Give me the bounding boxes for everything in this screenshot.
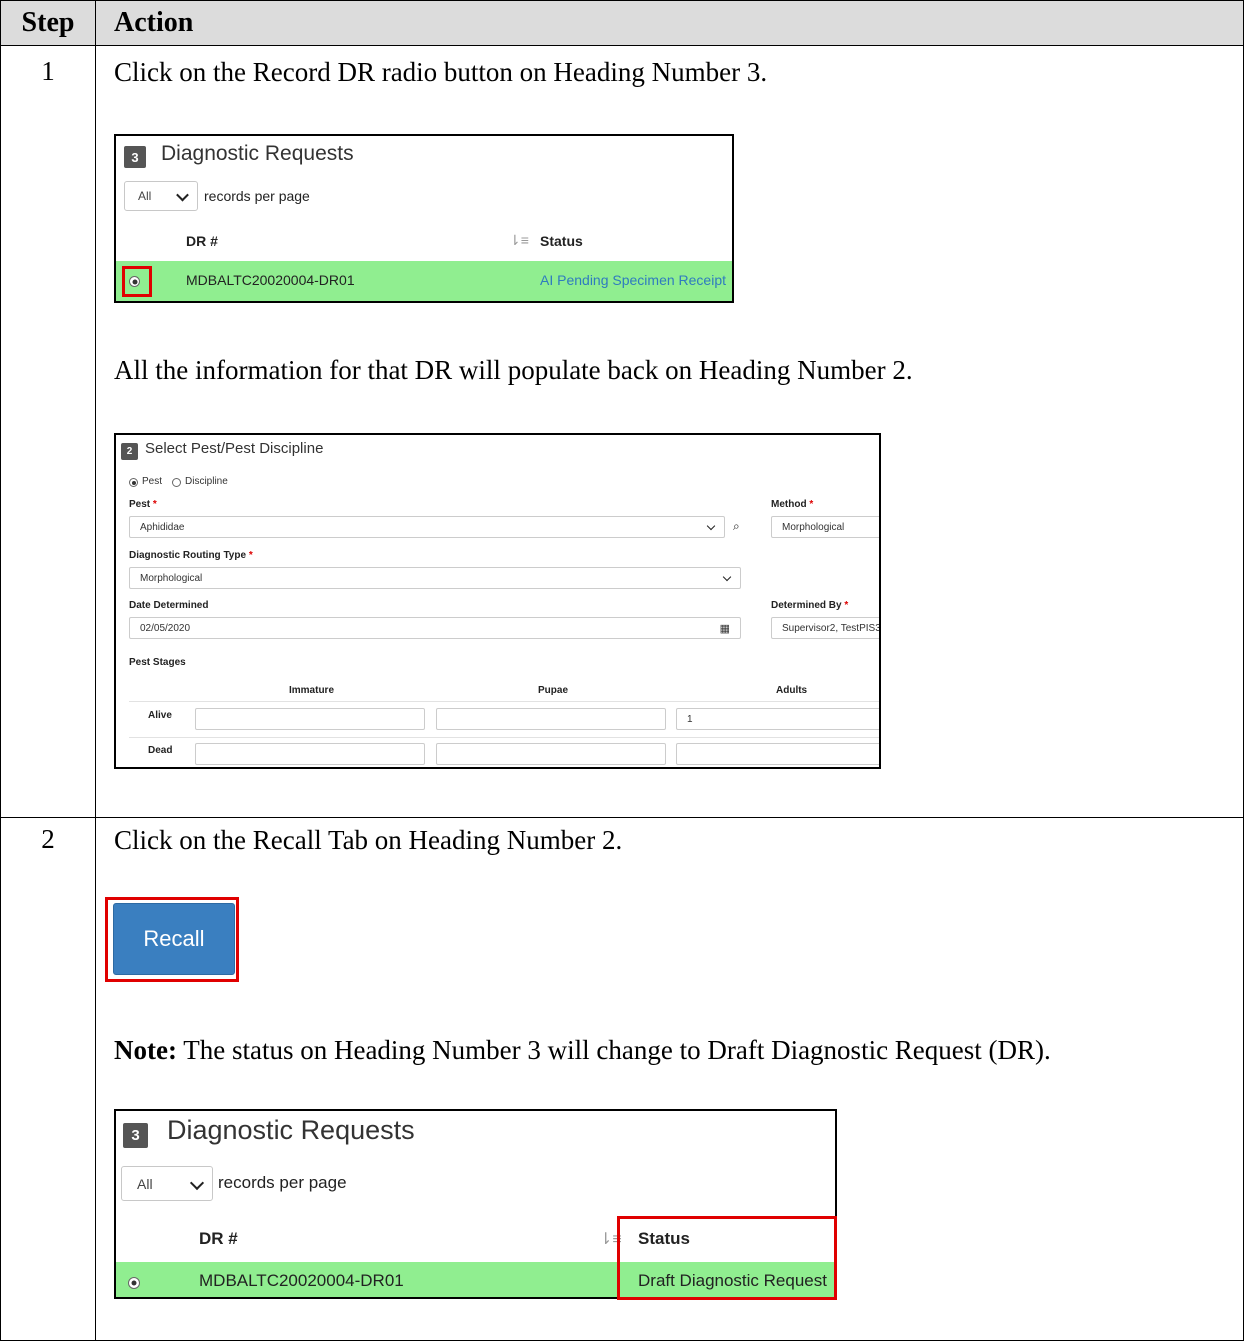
step2-note: Note: The status on Heading Number 3 wil… xyxy=(114,1034,1051,1066)
header-action: Action xyxy=(95,0,1244,46)
chevron-down-icon xyxy=(706,521,716,531)
search-icon[interactable]: ⌕ xyxy=(733,519,740,534)
discipline-radio[interactable] xyxy=(172,478,181,487)
column-header-adults: Adults xyxy=(776,685,808,696)
method-value: Morphological xyxy=(782,521,845,533)
pest-label: Pest * xyxy=(129,499,157,510)
divider xyxy=(129,737,879,738)
records-per-page-value: All xyxy=(137,1175,153,1192)
note-label: Note: xyxy=(114,1035,177,1065)
pest-value: Aphididae xyxy=(140,521,185,533)
records-per-page-value: All xyxy=(138,189,152,203)
method-label: Method * xyxy=(771,499,813,510)
row-label-dead: Dead xyxy=(148,745,173,756)
date-determined-field[interactable]: 02/05/2020 ▦ xyxy=(129,617,741,639)
required-mark: * xyxy=(844,600,849,611)
procedure-table: Step Action 1 Click on the Record DR rad… xyxy=(0,0,1244,1341)
dr-number-cell: MDBALTC20020004-DR01 xyxy=(199,1271,404,1290)
column-header-pupae: Pupae xyxy=(538,685,569,696)
determined-by-field[interactable]: Supervisor2, TestPIS3 xyxy=(771,617,881,639)
dead-pupae-input[interactable] xyxy=(436,743,666,765)
pest-radio-label: Pest xyxy=(142,476,163,487)
discipline-radio-label: Discipline xyxy=(185,476,228,487)
alive-pupae-input[interactable] xyxy=(436,708,666,730)
required-mark: * xyxy=(809,499,814,510)
row-divider xyxy=(0,817,1244,818)
required-mark: * xyxy=(248,550,253,561)
highlight-box xyxy=(122,266,152,297)
determined-by-label: Determined By * xyxy=(771,600,848,611)
divider xyxy=(129,701,879,702)
header-step: Step xyxy=(0,0,96,46)
column-header-dr[interactable]: DR # xyxy=(186,233,218,249)
step-number-2: 2 xyxy=(41,824,55,854)
routing-label-text: Diagnostic Routing Type xyxy=(129,550,247,561)
column-header-dr[interactable]: DR # xyxy=(199,1229,238,1249)
panel-title: Diagnostic Requests xyxy=(161,142,354,165)
pest-label-text: Pest xyxy=(129,499,151,510)
step1-instruction: Click on the Record DR radio button on H… xyxy=(114,57,768,87)
pest-stages-label: Pest Stages xyxy=(129,657,186,668)
dead-immature-input[interactable] xyxy=(195,743,425,765)
step1-followup: All the information for that DR will pop… xyxy=(114,355,913,385)
column-divider xyxy=(95,45,96,1341)
pest-radio[interactable] xyxy=(129,478,138,487)
select-pest-panel: 2 Select Pest/Pest Discipline Pest Disci… xyxy=(114,433,881,769)
date-label: Date Determined xyxy=(129,600,209,611)
row-label-alive: Alive xyxy=(148,710,172,721)
heading-number-badge: 2 xyxy=(121,443,138,460)
column-header-immature: Immature xyxy=(289,685,335,696)
routing-value: Morphological xyxy=(140,572,203,584)
determined-by-value: Supervisor2, TestPIS3 xyxy=(782,622,881,634)
records-per-page-label: records per page xyxy=(204,188,310,204)
note-text: The status on Heading Number 3 will chan… xyxy=(176,1035,1051,1065)
routing-type-select[interactable]: Morphological xyxy=(129,567,741,589)
sort-icon[interactable]: ⇂≡ xyxy=(509,232,529,249)
step-number-1: 1 xyxy=(41,56,55,86)
diagnostic-requests-panel-1: 3 Diagnostic Requests All records per pa… xyxy=(114,134,734,303)
pest-select[interactable]: Aphididae xyxy=(129,516,725,538)
alive-adults-value: 1 xyxy=(687,713,693,725)
heading-number-badge: 3 xyxy=(124,146,146,168)
records-per-page-select[interactable]: All xyxy=(121,1166,213,1201)
chevron-down-icon xyxy=(189,1175,205,1190)
determined-by-label-text: Determined By xyxy=(771,600,842,611)
calendar-icon[interactable]: ▦ xyxy=(720,622,730,635)
status-highlight-box xyxy=(617,1216,837,1300)
date-value: 02/05/2020 xyxy=(140,622,191,634)
alive-immature-input[interactable] xyxy=(195,708,425,730)
chevron-down-icon xyxy=(176,188,189,202)
panel-title: Select Pest/Pest Discipline xyxy=(145,440,324,457)
records-per-page-select[interactable]: All xyxy=(124,181,198,211)
column-header-status[interactable]: Status xyxy=(540,233,583,249)
alive-adults-input[interactable]: 1 xyxy=(676,708,879,730)
routing-label: Diagnostic Routing Type * xyxy=(129,550,253,561)
chevron-down-icon xyxy=(722,572,732,582)
record-dr-radio-button[interactable] xyxy=(128,1277,140,1289)
step2-instruction: Click on the Recall Tab on Heading Numbe… xyxy=(114,825,623,855)
panel-title: Diagnostic Requests xyxy=(167,1115,415,1145)
dead-adults-input[interactable] xyxy=(676,743,879,765)
recall-button[interactable]: Recall xyxy=(113,903,235,975)
method-label-text: Method xyxy=(771,499,807,510)
records-per-page-label: records per page xyxy=(218,1173,347,1192)
status-cell[interactable]: AI Pending Specimen Receipt xyxy=(540,272,726,288)
required-mark: * xyxy=(152,499,157,510)
heading-number-badge: 3 xyxy=(123,1123,148,1148)
dr-number-cell: MDBALTC20020004-DR01 xyxy=(186,272,355,288)
method-field[interactable]: Morphological xyxy=(771,516,879,538)
